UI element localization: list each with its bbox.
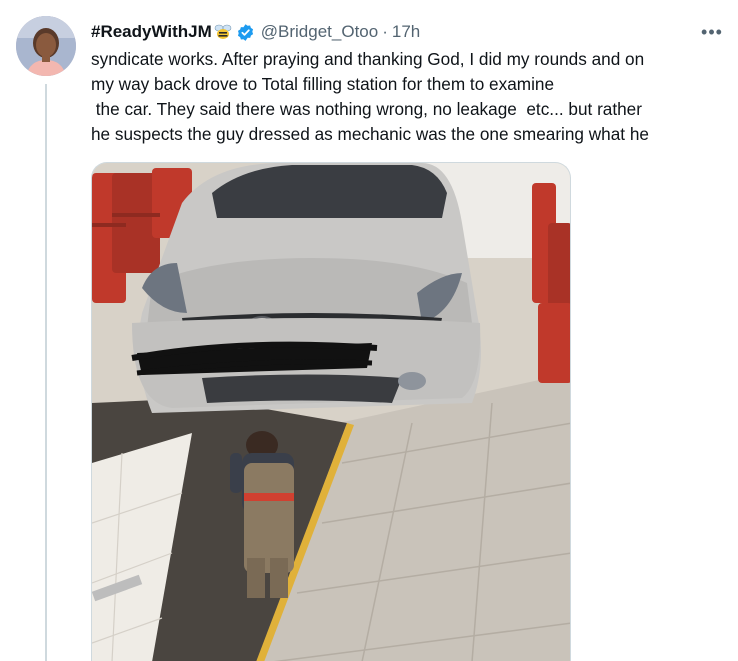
- timestamp[interactable]: 17h: [392, 22, 420, 42]
- verified-badge-icon[interactable]: [236, 23, 255, 42]
- bee-icon: [214, 23, 232, 41]
- thread-line: [45, 84, 47, 661]
- handle[interactable]: @Bridget_Otoo: [261, 22, 378, 42]
- more-options-icon[interactable]: •••: [700, 20, 724, 44]
- tweet-media-photo[interactable]: [91, 162, 571, 661]
- avatar-photo: [16, 16, 76, 76]
- tweet-text: syndicate works. After praying and thank…: [91, 47, 721, 147]
- tweet-header: #ReadyWithJM @Bridget_Otoo · 17h •••: [91, 20, 724, 44]
- tweet-text-line: the car. They said there was nothing wro…: [91, 99, 642, 119]
- avatar[interactable]: [16, 16, 76, 76]
- tweet-text-line: my way back drove to Total filling stati…: [91, 74, 555, 94]
- tweet-text-line: he suspects the guy dressed as mechanic …: [91, 124, 649, 144]
- separator-dot: ·: [382, 22, 388, 41]
- car-on-inspection-pit-photo: [92, 163, 570, 661]
- tweet-text-line: syndicate works. After praying and thank…: [91, 49, 645, 69]
- display-name[interactable]: #ReadyWithJM: [91, 22, 212, 42]
